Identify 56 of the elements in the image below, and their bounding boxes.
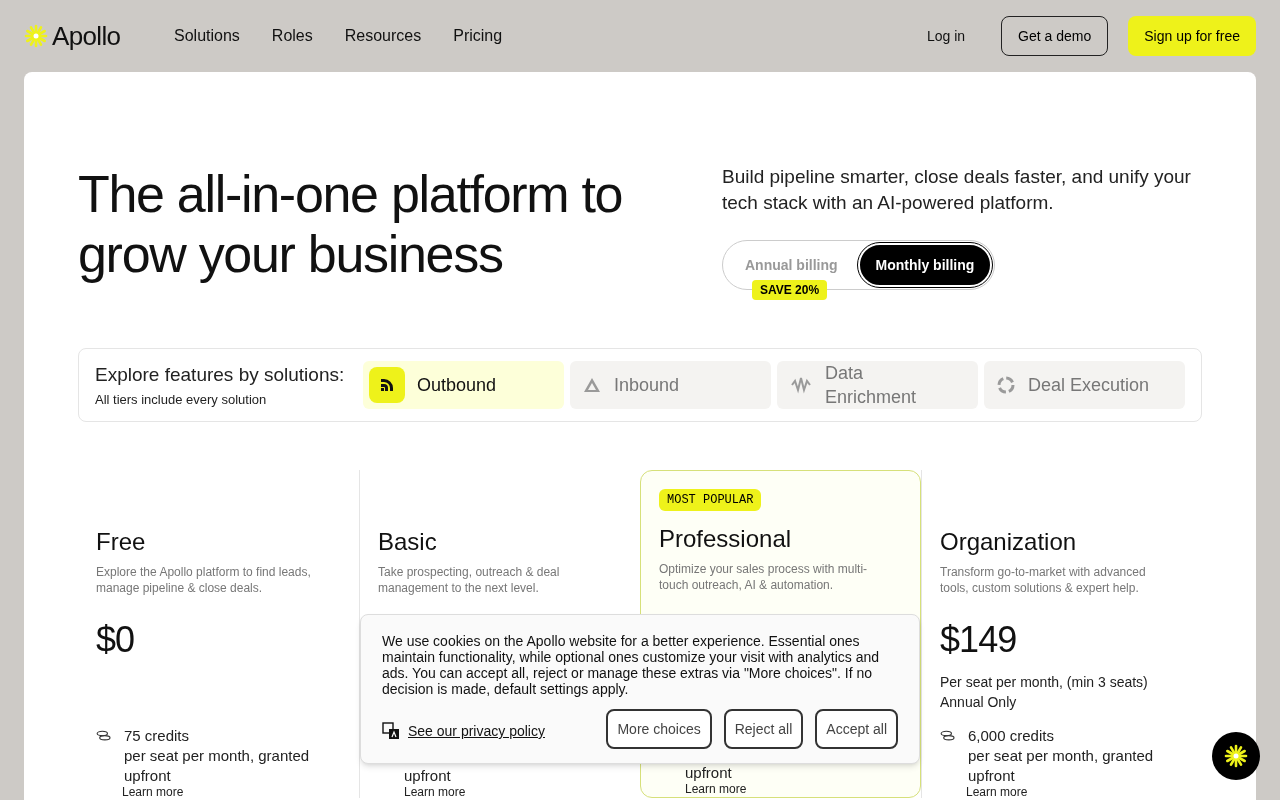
solution-tab[interactable]: Inbound xyxy=(570,361,771,409)
plan-description: Transform go-to-market with advanced tools, custom solutions & expert help. xyxy=(940,564,1147,597)
signup-button[interactable]: Sign up for free xyxy=(1128,16,1256,56)
credits-text: per seat per month, granted xyxy=(968,746,1154,766)
price-note: Per seat per month, (min 3 seats) xyxy=(940,673,1149,692)
learn-more-link[interactable]: Learn more xyxy=(685,783,747,795)
sparkle-icon xyxy=(1224,744,1248,768)
signal-icon xyxy=(369,367,405,403)
plan-name: Basic xyxy=(378,528,438,556)
solution-tab[interactable]: Data Enrichment xyxy=(777,361,978,409)
nav-link[interactable]: Pricing xyxy=(453,24,503,48)
cookie-button[interactable]: Accept all xyxy=(815,709,898,749)
credits-text: 75 credits xyxy=(124,726,191,746)
cookie-text: We use cookies on the Apollo website for a better experience. Essential ones maintain functionality, while optional ones customize your visit with analytics and ads. You can accept all, reject or manage these extras via "More choices". If no decision is made, default settings apply. xyxy=(382,633,880,697)
learn-more-link[interactable]: Learn more xyxy=(966,786,1028,798)
credits-text: upfront xyxy=(404,766,451,786)
plan-description: Explore the Apollo platform to find leads, manage pipeline & close deals. xyxy=(96,564,312,597)
plan-price: $149 xyxy=(940,620,1018,660)
hero-title: The all-in-one platform to grow your business xyxy=(78,164,624,285)
credits-text: upfront xyxy=(685,763,732,783)
login-link[interactable]: Log in xyxy=(914,26,978,46)
hero-subtitle: Build pipeline smarter, close deals faster, and unify your tech stack with an AI-powered platform. xyxy=(722,165,1192,215)
logo-icon xyxy=(24,24,48,48)
credits-text: upfront xyxy=(124,766,172,786)
solution-tab[interactable]: Deal Execution xyxy=(984,361,1185,409)
plan-name: Organization xyxy=(940,528,1078,556)
plan-price: $0 xyxy=(96,620,136,660)
cookie-button[interactable]: More choices xyxy=(606,709,712,749)
cookie-button[interactable]: Reject all xyxy=(723,709,804,749)
price-note: Annual Only xyxy=(940,693,1018,712)
credits-text: upfront xyxy=(968,766,1016,786)
save-tag: SAVE 20% xyxy=(752,280,828,300)
nav-link[interactable]: Solutions xyxy=(174,24,240,48)
solutions-title: Explore features by solutions: xyxy=(95,363,346,387)
credits-text: 6,000 credits xyxy=(968,726,1055,746)
coins-icon xyxy=(940,730,956,742)
translate-icon xyxy=(382,722,400,740)
plan-name: Free xyxy=(96,528,147,556)
credits-text: per seat per month, granted xyxy=(124,746,310,766)
nav-link[interactable]: Resources xyxy=(344,24,422,48)
popular-tag: MOST POPULAR xyxy=(659,489,762,511)
plan-description: Optimize your sales process with multi-touch outreach, AI & automation. xyxy=(659,561,869,594)
waveform-icon xyxy=(789,375,813,395)
aperture-icon xyxy=(996,375,1016,395)
plan-description: Take prospecting, outreach & deal management to the next level. xyxy=(378,564,561,597)
plan-name: Professional xyxy=(659,525,793,553)
brand-name[interactable]: Apollo xyxy=(52,16,121,56)
nav-link[interactable]: Roles xyxy=(271,24,313,48)
billing-option[interactable]: Monthly billing xyxy=(857,243,993,287)
solutions-subtitle: All tiers include every solution xyxy=(95,390,268,409)
demo-button[interactable]: Get a demo xyxy=(1001,16,1109,56)
learn-more-link[interactable]: Learn more xyxy=(404,786,466,798)
learn-more-link[interactable]: Learn more xyxy=(122,786,184,798)
coins-icon xyxy=(96,730,112,742)
privacy-link[interactable]: See our privacy policy xyxy=(408,721,545,741)
solution-tab[interactable]: Outbound xyxy=(363,361,564,409)
